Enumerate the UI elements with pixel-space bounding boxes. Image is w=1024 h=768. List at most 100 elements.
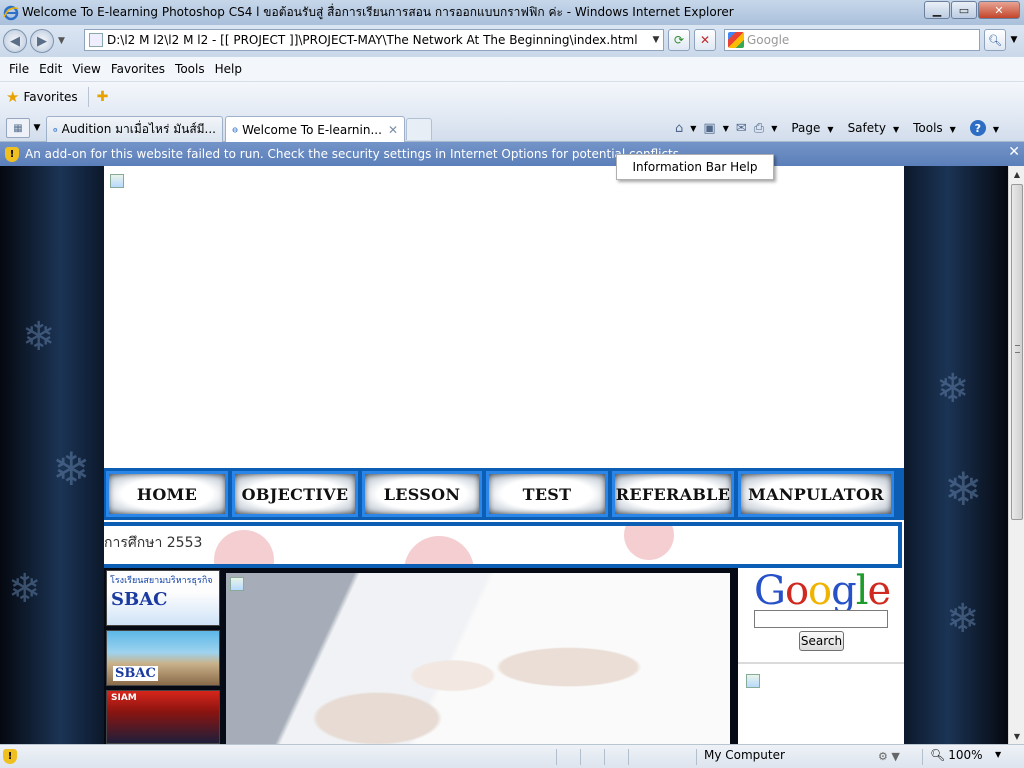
status-warning-icon[interactable]: ! (3, 749, 17, 764)
search-options-dropdown[interactable]: ▼ (1007, 29, 1021, 51)
sbac-logo: SBAC (113, 666, 158, 681)
forward-button[interactable]: ▶ (30, 29, 54, 53)
broken-image-icon (110, 174, 124, 188)
home-icon[interactable]: ⌂ (675, 121, 683, 136)
search-placeholder[interactable]: Google (747, 33, 789, 47)
menu-edit[interactable]: Edit (39, 62, 62, 76)
broken-image-icon (230, 577, 244, 591)
page-icon (89, 33, 103, 47)
close-tab-icon[interactable]: ✕ (388, 123, 398, 137)
recent-pages-dropdown[interactable]: ▼ (58, 36, 65, 46)
read-mail-icon[interactable]: ✉ (736, 121, 747, 136)
menu-bar: File Edit View Favorites Tools Help (0, 57, 1024, 82)
hands-document-photo (226, 573, 730, 744)
search-go-button[interactable]: 🔍︎ (984, 29, 1006, 51)
back-button[interactable]: ◀ (3, 29, 27, 53)
minimize-button[interactable]: ▁ (924, 1, 950, 19)
nav-manpulator-button[interactable]: MANPULATOR (738, 471, 894, 517)
print-icon[interactable]: ⎙ (754, 121, 764, 136)
zoom-dropdown-icon[interactable]: ▼ (995, 750, 1001, 759)
command-bar: ⌂ ▼ ▣ ▼ ✉ ⎙ ▼ Page ▼ Safety ▼ Tools ▼ ? ▼ (668, 117, 999, 139)
google-search-provider-icon (728, 32, 744, 48)
zoom-level: 100% (948, 748, 983, 762)
nav-test-button[interactable]: TEST (486, 471, 608, 517)
help-dropdown-icon: ▼ (992, 124, 999, 134)
title-bar: Welcome To E-learning Photoshop CS4 l ขอ… (0, 0, 1024, 25)
snowflake-decoration-icon: ❄ (8, 566, 42, 612)
sbac-banner[interactable]: โรงเรียนสยามบริหารธุรกิจ SBAC (106, 570, 220, 626)
page-menu-label: Page (791, 121, 821, 135)
stop-button[interactable]: ✕ (694, 29, 716, 51)
information-bar-help-menu-item[interactable]: Information Bar Help (616, 154, 774, 180)
new-tab-button[interactable] (406, 118, 432, 140)
google-search-input[interactable] (754, 610, 888, 628)
feeds-dropdown-icon[interactable]: ▼ (723, 124, 729, 133)
safety-menu-button[interactable]: Safety ▼ (841, 121, 900, 135)
favorites-button[interactable]: Favorites (23, 90, 77, 104)
information-bar-message[interactable]: An add-on for this website failed to run… (25, 147, 683, 161)
scroll-thumb[interactable] (1011, 184, 1023, 520)
nav-referable-button[interactable]: REFERABLE (612, 471, 734, 517)
status-separator (922, 749, 923, 765)
search-field[interactable]: Google (724, 29, 980, 51)
tab-label: Welcome To E-learnin... (242, 122, 382, 137)
ie-logo-icon (3, 5, 19, 20)
close-infobar-icon[interactable]: ✕ (1008, 144, 1020, 160)
zoom-level-button[interactable]: 🔍︎ 100% (930, 748, 983, 762)
add-to-favorites-bar-icon[interactable]: ✚ (97, 89, 109, 105)
status-bar: ! My Computer ⚙ ▼ 🔍︎ 100% ▼ (0, 744, 1024, 768)
favorites-bar: ★ Favorites ✚ (0, 82, 1024, 112)
menu-file[interactable]: File (9, 62, 29, 76)
google-logo: Google (754, 568, 891, 614)
tab-welcome[interactable]: Welcome To E-learnin... ✕ (225, 116, 405, 142)
feeds-icon[interactable]: ▣ (703, 121, 715, 136)
favorites-star-icon[interactable]: ★ (6, 88, 19, 106)
nav-lesson-button[interactable]: LESSON (362, 471, 482, 517)
forward-arrow-icon: ▶ (37, 33, 47, 49)
sbac-campus-banner[interactable]: SBAC (106, 630, 220, 686)
help-menu-button[interactable]: ? ▼ (963, 120, 999, 136)
decorative-circle (214, 530, 274, 564)
status-separator (696, 749, 697, 765)
zoom-magnifier-icon: 🔍︎ (930, 748, 946, 762)
menu-view[interactable]: View (72, 62, 100, 76)
siam-logo: SIAM (111, 693, 137, 703)
vertical-scrollbar[interactable]: ▲ ▼ (1008, 166, 1024, 744)
address-field[interactable]: D:\l2 M l2\l2 M l2 - [[ PROJECT ]]\PROJE… (84, 29, 664, 51)
page-dropdown-icon: ▼ (827, 125, 834, 134)
safety-dropdown-icon: ▼ (892, 125, 900, 134)
siam-banner[interactable]: SIAM (106, 690, 220, 744)
scroll-grip-icon (1015, 345, 1020, 353)
nav-objective-button[interactable]: OBJECTIVE (232, 471, 358, 517)
refresh-icon: ⟳ (673, 33, 685, 47)
snowflake-decoration-icon: ❄ (936, 366, 970, 412)
tab-audition[interactable]: Audition มาเมื่อไหร่ มันส์มี... (46, 116, 223, 142)
menu-help[interactable]: Help (215, 62, 242, 76)
home-dropdown-icon[interactable]: ▼ (690, 124, 696, 133)
address-dropdown-icon[interactable]: ▼ (649, 35, 663, 45)
tools-menu-button[interactable]: Tools ▼ (906, 121, 956, 135)
google-search-button[interactable]: Search (799, 631, 844, 651)
print-dropdown-icon[interactable]: ▼ (771, 124, 777, 133)
google-search-widget: Google Search (738, 568, 904, 744)
close-window-button[interactable]: ✕ (978, 1, 1020, 19)
stop-icon: ✕ (699, 33, 711, 47)
protected-mode-icon[interactable]: ⚙ ▼ (878, 750, 900, 763)
page-menu-button[interactable]: Page ▼ (784, 121, 833, 135)
tools-menu-label: Tools (913, 121, 943, 135)
scroll-up-arrow-icon[interactable]: ▲ (1009, 166, 1024, 182)
photo-overlay (226, 573, 730, 744)
address-url[interactable]: D:\l2 M l2\l2 M l2 - [[ PROJECT ]]\PROJE… (107, 33, 649, 47)
quick-tabs-button[interactable]: ▦ (6, 118, 30, 138)
refresh-button[interactable]: ⟳ (668, 29, 690, 51)
menu-tools[interactable]: Tools (175, 62, 205, 76)
sbac-banner-text: โรงเรียนสยามบริหารธุรกิจ (110, 576, 213, 586)
tab-list-dropdown[interactable]: ▼ (31, 118, 43, 138)
information-bar[interactable]: ! An add-on for this website failed to r… (0, 142, 1024, 166)
nav-home-button[interactable]: HOME (106, 471, 228, 517)
decorative-circle (624, 526, 674, 560)
maximize-button[interactable]: ▭ (951, 1, 977, 19)
menu-favorites[interactable]: Favorites (111, 62, 165, 76)
scroll-down-arrow-icon[interactable]: ▼ (1009, 728, 1024, 744)
snowflake-decoration-icon: ❄ (22, 314, 56, 360)
